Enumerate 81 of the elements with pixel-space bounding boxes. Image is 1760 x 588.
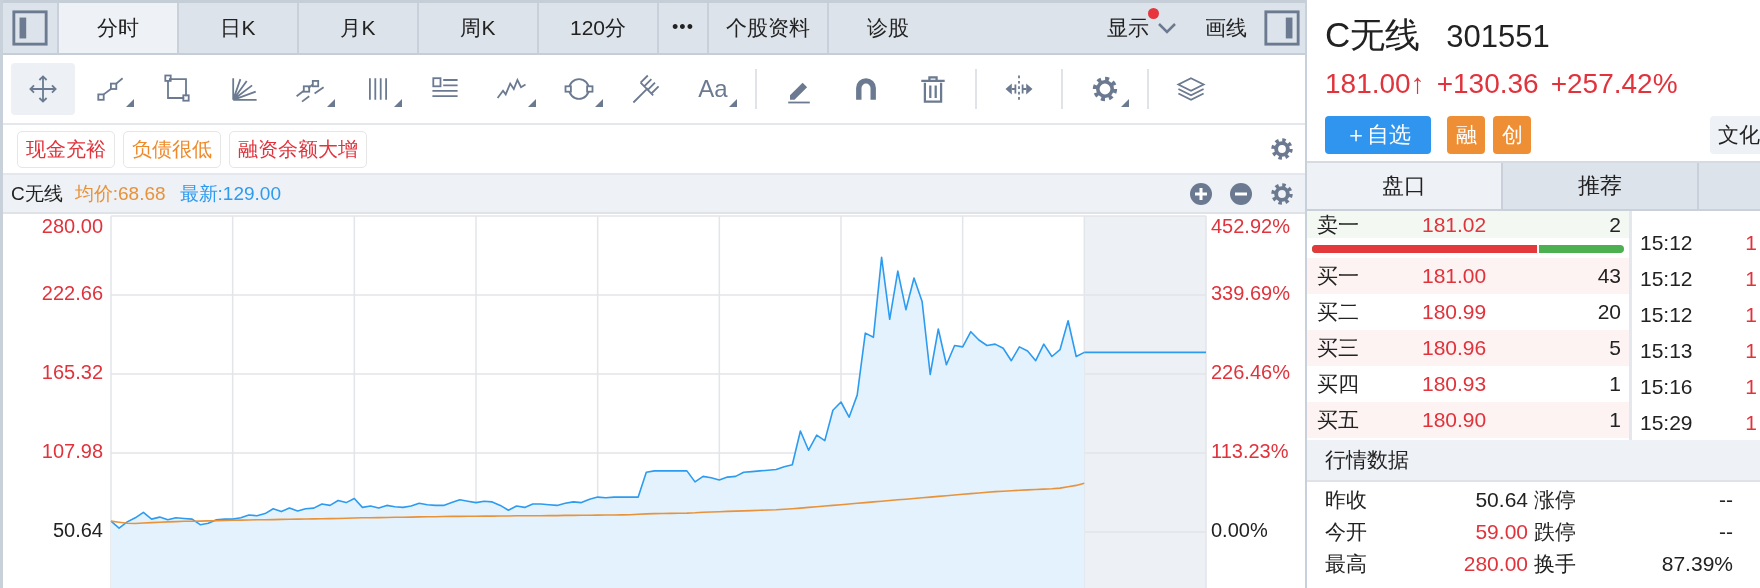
- stat-value: --: [1718, 520, 1733, 544]
- stock-name: C无线: [11, 181, 63, 206]
- axis-label: 107.98: [41, 440, 103, 463]
- section-title: 行情数据: [1325, 447, 1409, 473]
- axis-label: 165.32: [41, 361, 103, 384]
- trade-time: 15:16: [1640, 375, 1693, 399]
- trade-price: 1: [1745, 411, 1757, 435]
- percent-change: +257.42%: [1550, 68, 1678, 100]
- order-price: 180.96: [1422, 336, 1488, 360]
- axis-label: 226.46%: [1211, 361, 1290, 384]
- text-tool-button[interactable]: Aa: [681, 62, 745, 115]
- display-dropdown[interactable]: 显示: [1107, 3, 1177, 53]
- draw-button[interactable]: 画线: [1205, 3, 1247, 53]
- tab[interactable]: 盘口: [1307, 163, 1503, 209]
- order-price: 181.02: [1422, 212, 1488, 237]
- order-volume: 20: [1597, 300, 1621, 324]
- trade-price: 1: [1745, 375, 1757, 399]
- order-label: 买一: [1317, 263, 1360, 289]
- axis-label: 222.66: [41, 282, 103, 305]
- stat-value: 280.00: [1462, 552, 1528, 576]
- trade-time: 15:12: [1640, 231, 1693, 255]
- stock-name: C无线: [1325, 14, 1421, 56]
- axis-label: 339.69%: [1211, 282, 1290, 305]
- settings-icon[interactable]: [1269, 180, 1295, 207]
- order-price: 181.00: [1422, 264, 1488, 288]
- order-price: 180.99: [1422, 300, 1488, 324]
- order-label: 卖一: [1317, 211, 1360, 238]
- stat-value: 87.39%: [1660, 552, 1733, 576]
- trade-time: 15:13: [1640, 339, 1693, 363]
- sidebar-toggle-icon[interactable]: [1263, 8, 1301, 47]
- stat-value: 50.64: [1474, 488, 1528, 512]
- settings-icon[interactable]: [1269, 136, 1295, 162]
- order-volume: 1: [1609, 408, 1621, 432]
- stat-value: 59.00: [1474, 520, 1528, 544]
- axis-label: 452.92%: [1211, 215, 1290, 238]
- badge: 创: [1493, 116, 1531, 154]
- price-change: +130.36: [1436, 68, 1539, 100]
- tag: 现金充裕: [17, 130, 115, 168]
- tab[interactable]: 推荐: [1503, 163, 1699, 209]
- trade-price: 1: [1745, 267, 1757, 291]
- sidebar-toggle-icon[interactable]: [11, 8, 49, 47]
- stat-label: 涨停: [1534, 487, 1577, 513]
- axis-label: 113.23%: [1211, 440, 1289, 463]
- order-label: 买三: [1317, 335, 1360, 361]
- stat-label: 最高: [1325, 551, 1368, 577]
- stock-code: 301551: [1446, 19, 1550, 55]
- order-volume: 1: [1609, 372, 1621, 396]
- chevron-down-icon: [1157, 21, 1177, 34]
- order-price: 180.93: [1422, 372, 1488, 396]
- tag: 融资余额大增: [229, 130, 367, 168]
- stat-label: 昨收: [1325, 487, 1368, 513]
- order-volume: 5: [1609, 336, 1621, 360]
- stat-value: --: [1718, 488, 1733, 512]
- drawing-tool-button[interactable]: [11, 62, 75, 115]
- tag: 负债很低: [123, 130, 221, 168]
- order-volume: 2: [1609, 212, 1621, 237]
- order-label: 买五: [1317, 407, 1360, 433]
- order-volume: 43: [1597, 264, 1621, 288]
- trade-time: 15:12: [1640, 303, 1693, 327]
- last-price: 181.00↑: [1325, 68, 1425, 100]
- stat-label: 今开: [1325, 519, 1368, 545]
- trade-price: 1: [1745, 231, 1757, 255]
- order-label: 买四: [1317, 371, 1360, 397]
- trade-time: 15:29: [1640, 411, 1693, 435]
- zoom-out-icon[interactable]: [1229, 181, 1253, 206]
- tab[interactable]: 分时: [57, 3, 177, 53]
- badge: 融: [1447, 116, 1485, 154]
- order-label: 买二: [1317, 299, 1360, 325]
- latest-price: 最新:129.00: [179, 181, 281, 206]
- trade-price: 1: [1745, 339, 1757, 363]
- axis-label: 50.64: [52, 519, 103, 542]
- stat-label: 换手: [1534, 551, 1577, 577]
- trade-time: 15:12: [1640, 267, 1693, 291]
- trade-price: 1: [1745, 303, 1757, 327]
- zoom-in-icon[interactable]: [1189, 181, 1213, 206]
- axis-label: 280.00: [41, 215, 103, 238]
- sector-tag[interactable]: 文化: [1710, 116, 1760, 154]
- stat-label: 跌停: [1534, 519, 1577, 545]
- average-price: 均价:68.68: [74, 181, 166, 206]
- order-price: 180.90: [1422, 408, 1488, 432]
- axis-label: 0.00%: [1211, 519, 1268, 542]
